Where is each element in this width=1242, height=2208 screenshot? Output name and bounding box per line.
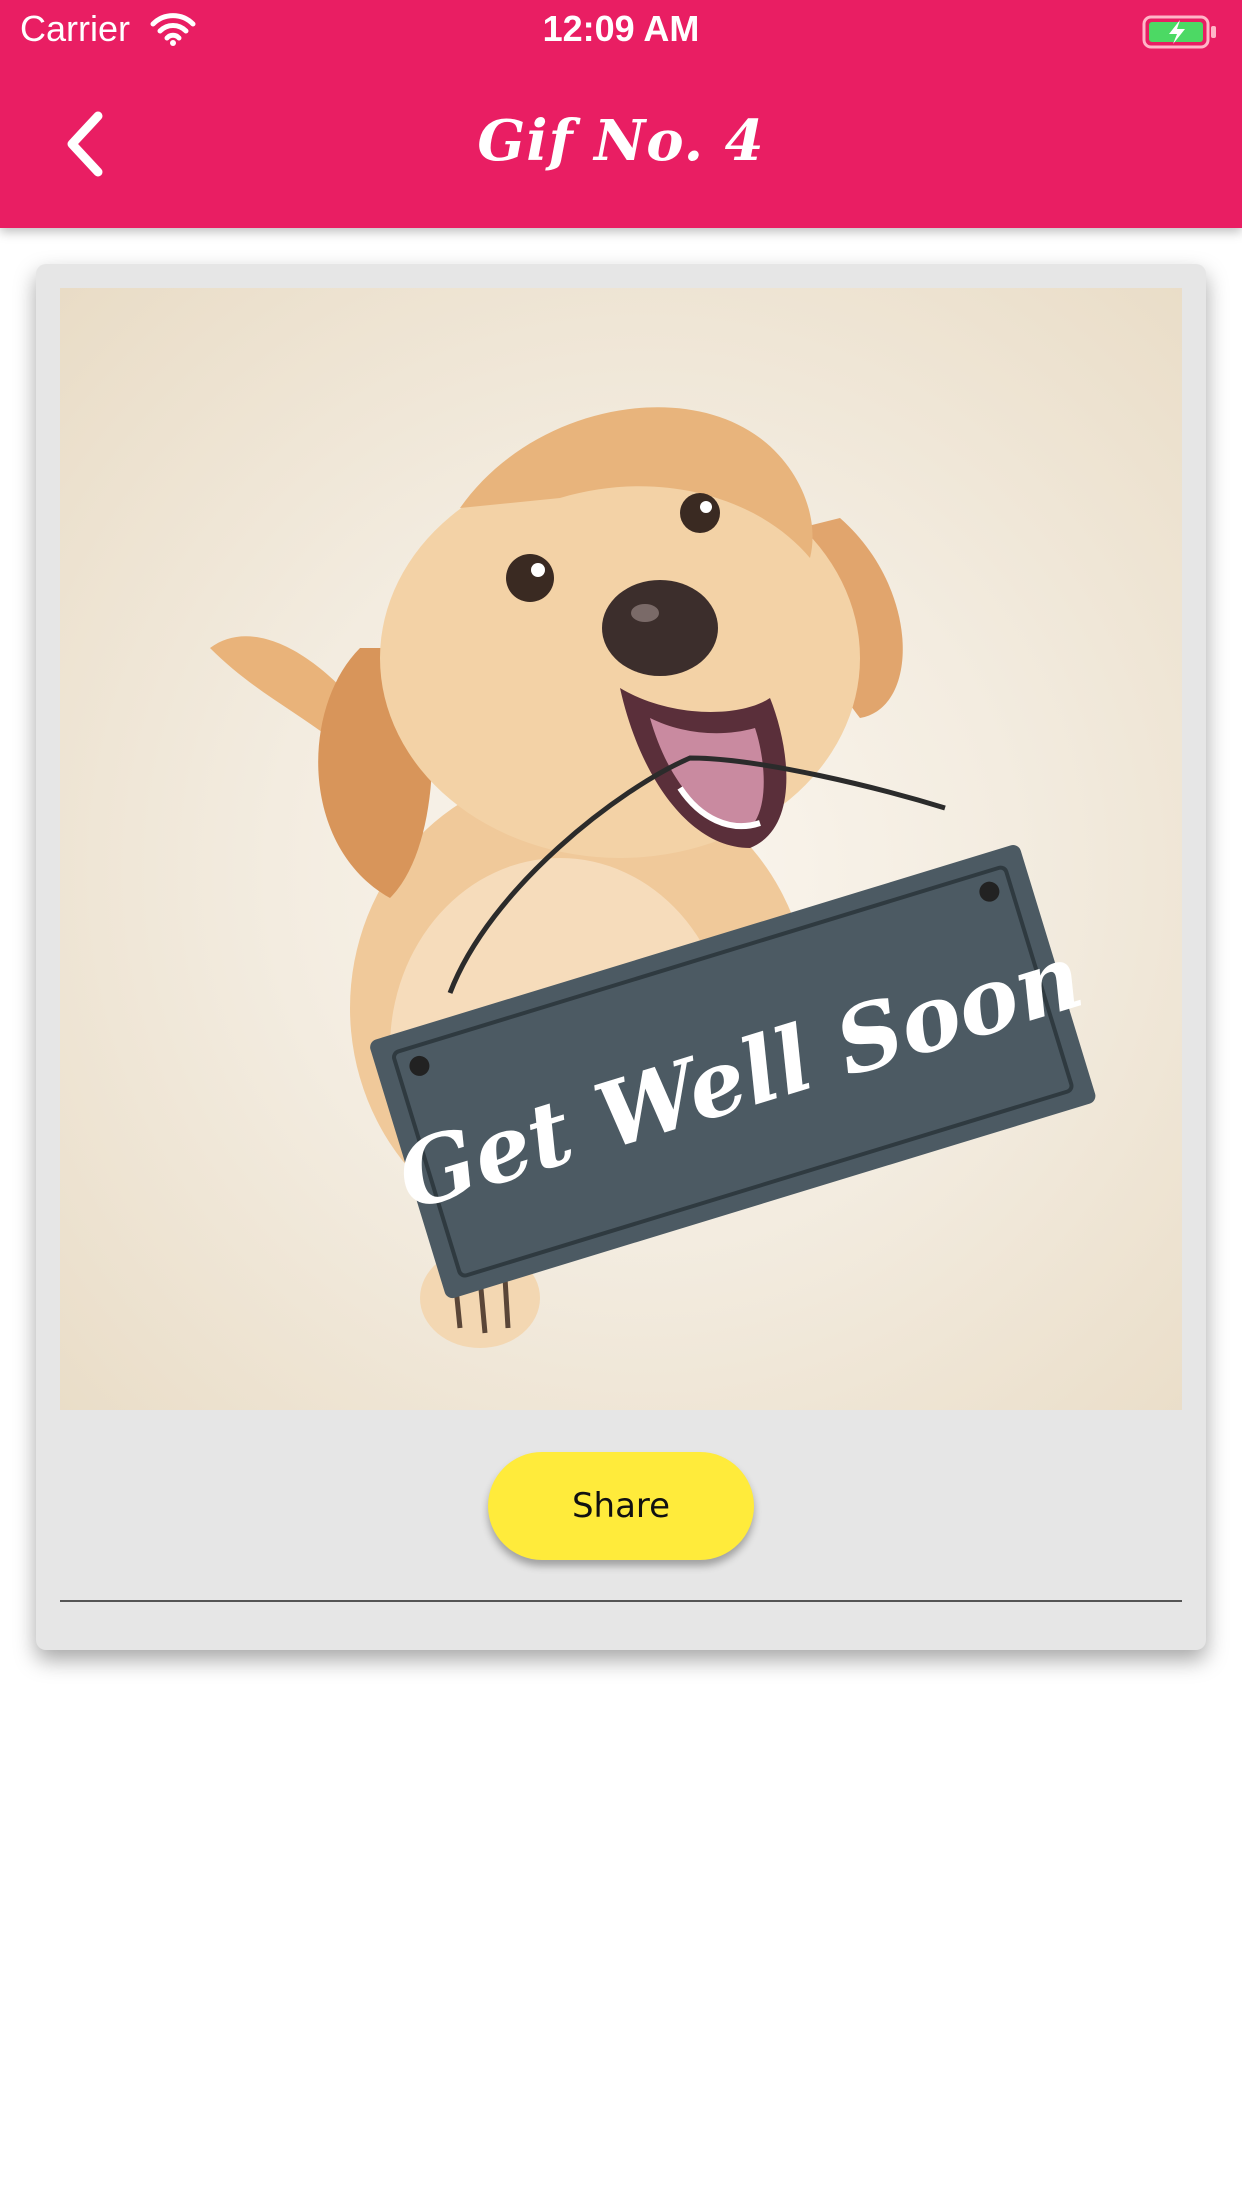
status-time: 12:09 AM xyxy=(542,8,700,49)
page-title: Gif No. 4 xyxy=(477,108,765,174)
battery-charging-icon xyxy=(1142,14,1218,55)
divider xyxy=(60,1600,1182,1602)
puppy-illustration: Get Well Soon xyxy=(210,407,1096,1348)
app-header: Carrier 12:09 AM Gif No. 4 xyxy=(0,0,1242,228)
gif-card: Get Well Soon Share xyxy=(36,264,1206,1650)
share-button[interactable]: Share xyxy=(488,1452,754,1560)
gif-image: Get Well Soon xyxy=(60,288,1182,1410)
status-bar: Carrier 12:09 AM xyxy=(0,0,1242,62)
